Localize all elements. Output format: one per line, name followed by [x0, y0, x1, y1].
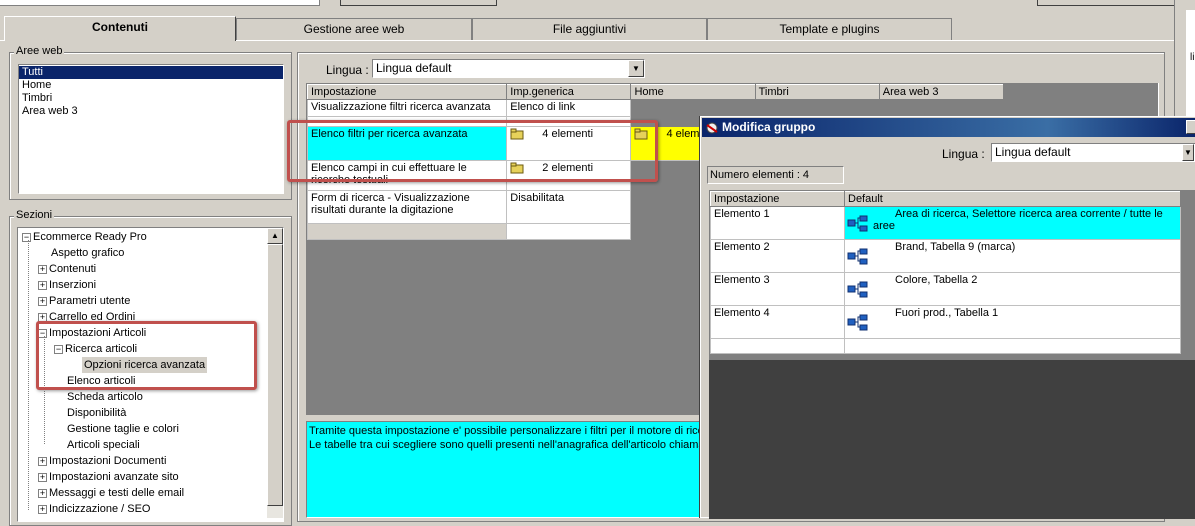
grid-header-area-web-3[interactable]: Area web 3	[878, 84, 1005, 100]
dialog-cell-value[interactable]: Brand, Tabella 9 (marca)	[844, 239, 1181, 273]
grid-header-imp-generica[interactable]: Imp.generica	[506, 84, 632, 100]
table-row[interactable]: Visualizzazione filtri ricerca avanzata …	[306, 99, 1005, 117]
description-box: Tramite questa impostazione e' possibile…	[306, 421, 706, 518]
tree-item-indicizzazione-seo[interactable]: + Indicizzazione / SEO	[38, 501, 151, 517]
dialog-grid-header-impostazione[interactable]: Impostazione	[710, 191, 845, 207]
annotation-box-grid	[287, 120, 658, 182]
sezioni-label: Sezioni	[14, 209, 55, 221]
tree-item-impostazioni-documenti[interactable]: + Impostazioni Documenti	[38, 453, 166, 469]
aree-web-label: Aree web	[14, 45, 65, 57]
tree-scrollbar[interactable]: ▲	[267, 228, 283, 518]
dialog-grid[interactable]: Impostazione Default Elemento 1 Area di …	[710, 191, 1181, 354]
grid-cell-name: Visualizzazione filtri ricerca avanzata	[306, 99, 508, 117]
table-row[interactable]: Elemento 4 Fuori prod., Tabella 1	[710, 305, 1181, 339]
annotation-box-tree	[36, 321, 257, 390]
tree-item-impostazioni-avanzate-sito[interactable]: + Impostazioni avanzate sito	[38, 469, 179, 485]
dialog-grid-header-default[interactable]: Default	[844, 191, 1181, 207]
dialog-cell-name: Elemento 1	[710, 206, 845, 240]
grid-header-timbri[interactable]: Timbri	[754, 84, 880, 100]
tree-item-disponibilita[interactable]: Disponibilità	[67, 405, 126, 421]
dialog-lingua-select[interactable]: Lingua default ▼	[991, 143, 1195, 162]
chevron-down-icon[interactable]: ▼	[1182, 144, 1194, 161]
tab-contenuti[interactable]: Contenuti	[4, 16, 236, 41]
top-input[interactable]	[0, 0, 320, 6]
tab-template-plugins[interactable]: Template e plugins	[707, 18, 952, 40]
tree-item-aspetto-grafico[interactable]: Aspetto grafico	[51, 245, 124, 261]
tree-item-articoli-speciali[interactable]: Articoli speciali	[67, 437, 140, 453]
table-row[interactable]: Elemento 3 Colore, Tabella 2	[710, 272, 1181, 306]
description-line: Tramite questa impostazione e' possibile…	[309, 425, 706, 437]
lingua-select[interactable]: Lingua default ▼	[372, 59, 645, 78]
tree-connector	[28, 240, 29, 510]
list-item-home[interactable]: Home	[19, 79, 283, 92]
right-edge-text: li	[1190, 52, 1195, 63]
aree-web-list[interactable]: Tutti Home Timbri Area web 3	[18, 64, 284, 194]
dialog-app-icon	[705, 120, 720, 141]
table-row[interactable]: Elemento 2 Brand, Tabella 9 (marca)	[710, 239, 1181, 273]
dialog-cell-name: Elemento 4	[710, 305, 845, 339]
group-icon	[847, 215, 869, 236]
tree-item-parametri-utente[interactable]: + Parametri utente	[38, 293, 130, 309]
dialog-lingua-label: Lingua :	[942, 147, 985, 161]
dialog-cell-name: Elemento 3	[710, 272, 845, 306]
group-icon	[847, 281, 869, 302]
grid-cell-name: Form di ricerca - Visualizzazione risult…	[306, 190, 508, 224]
tree-item-ecommerce-ready-pro[interactable]: − Ecommerce Ready Pro	[22, 229, 147, 245]
grid-header-home[interactable]: Home	[630, 84, 756, 100]
dialog-lower-area	[709, 360, 1195, 519]
grid-header-impostazione[interactable]: Impostazione	[306, 84, 508, 100]
dialog-cell-value[interactable]: Colore, Tabella 2	[844, 272, 1181, 306]
scroll-up-icon[interactable]: ▲	[267, 228, 283, 244]
group-icon	[847, 314, 869, 335]
top-toolbar-button[interactable]	[340, 0, 497, 6]
top-right-button[interactable]	[1037, 0, 1175, 6]
modifica-gruppo-dialog[interactable]: Modifica gruppo Lingua : Lingua default …	[700, 116, 1195, 519]
tree-item-scheda-articolo[interactable]: Scheda articolo	[67, 389, 143, 405]
grid-cell-value[interactable]: Elenco di link	[506, 99, 632, 117]
group-icon	[847, 248, 869, 269]
dialog-cell-value[interactable]: Fuori prod., Tabella 1	[844, 305, 1181, 339]
list-item-area-web-3[interactable]: Area web 3	[19, 105, 283, 118]
dialog-titlebar[interactable]: Modifica gruppo	[702, 118, 1195, 137]
tree-item-contenuti[interactable]: + Contenuti	[38, 261, 96, 277]
list-item-tutti[interactable]: Tutti	[19, 66, 283, 79]
table-row[interactable]: Elemento 1 Area di ricerca, Selettore ri…	[710, 206, 1181, 240]
list-item-timbri[interactable]: Timbri	[19, 92, 283, 105]
description-line: Le tabelle tra cui scegliere sono quelli…	[309, 439, 706, 451]
lingua-label: Lingua :	[326, 63, 369, 77]
dialog-title: Modifica gruppo	[722, 120, 816, 134]
chevron-down-icon[interactable]: ▼	[628, 60, 644, 77]
tab-file-aggiuntivi[interactable]: File aggiuntivi	[472, 18, 707, 40]
dialog-cell-value[interactable]: Area di ricerca, Selettore ricerca area …	[844, 206, 1181, 240]
tab-gestione-aree-web[interactable]: Gestione aree web	[236, 18, 472, 40]
tree-item-gestione-taglie-colori[interactable]: Gestione taglie e colori	[67, 421, 179, 437]
dialog-cell-name: Elemento 2	[710, 239, 845, 273]
numero-elementi: Numero elementi : 4	[707, 166, 844, 184]
tree-item-messaggi-email[interactable]: + Messaggi e testi delle email	[38, 485, 184, 501]
scroll-thumb[interactable]	[267, 244, 283, 506]
minimize-icon[interactable]	[1186, 120, 1195, 134]
grid-cell-value[interactable]: Disabilitata	[506, 190, 632, 224]
tree-item-inserzioni[interactable]: + Inserzioni	[38, 277, 96, 293]
